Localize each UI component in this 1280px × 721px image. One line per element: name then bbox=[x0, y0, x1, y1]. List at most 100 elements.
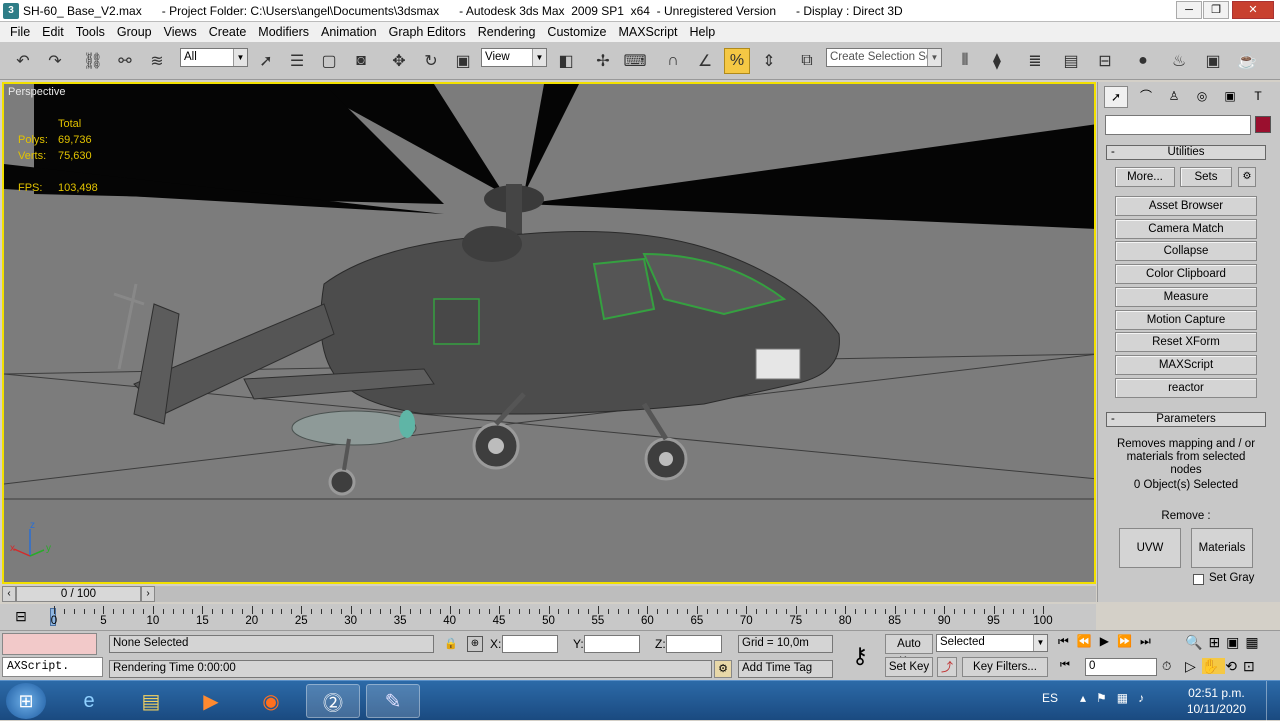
set-key-button[interactable]: Set Key bbox=[885, 657, 933, 677]
menu-help[interactable]: Help bbox=[684, 25, 722, 39]
reset-xform-button[interactable]: Reset XForm bbox=[1115, 332, 1257, 352]
rendered-frame-window-icon[interactable]: ▣ bbox=[1200, 48, 1226, 74]
reference-coordinate-dropdown[interactable]: View ▼ bbox=[481, 48, 547, 67]
time-slider[interactable]: ‹ 0 / 100 › bbox=[2, 586, 1096, 602]
zoom-extents-all-icon[interactable]: ▦ bbox=[1245, 634, 1264, 650]
play-icon[interactable]: ▶ bbox=[1100, 634, 1117, 648]
menu-views[interactable]: Views bbox=[158, 25, 203, 39]
menu-maxscript[interactable]: MAXScript bbox=[612, 25, 683, 39]
menu-animation[interactable]: Animation bbox=[315, 25, 383, 39]
mirror-icon[interactable]: ⫴ bbox=[952, 48, 978, 74]
utilities-tab-icon[interactable]: T bbox=[1246, 86, 1270, 108]
parameters-rollout-header[interactable]: - Parameters bbox=[1106, 412, 1266, 427]
z-coordinate-field[interactable] bbox=[666, 635, 722, 653]
internet-explorer-icon[interactable]: e bbox=[62, 684, 116, 718]
object-name-field[interactable] bbox=[1105, 115, 1251, 135]
menu-file[interactable]: File bbox=[4, 25, 36, 39]
menu-tools[interactable]: Tools bbox=[70, 25, 111, 39]
configure-sets-icon[interactable]: ⚙ bbox=[1238, 167, 1256, 187]
file-explorer-icon[interactable]: ▤ bbox=[124, 684, 178, 718]
menu-graph-editors[interactable]: Graph Editors bbox=[383, 25, 472, 39]
set-gray-checkbox[interactable] bbox=[1193, 574, 1204, 585]
volume-icon[interactable]: ♪ bbox=[1138, 691, 1154, 705]
pan-view-icon[interactable]: ✋ bbox=[1201, 658, 1226, 674]
rotate-icon[interactable]: ↻ bbox=[418, 48, 444, 74]
zoom-extents-icon[interactable]: ▣ bbox=[1226, 634, 1245, 650]
zoom-icon[interactable]: 🔍 bbox=[1185, 634, 1208, 650]
firefox-icon[interactable]: ◉ bbox=[244, 684, 298, 718]
x-coordinate-field[interactable] bbox=[502, 635, 558, 653]
current-frame-field[interactable]: 0 bbox=[1085, 658, 1157, 676]
go-to-start-icon[interactable]: ⏮ bbox=[1058, 634, 1077, 648]
modify-tab-icon[interactable]: ⌒ bbox=[1134, 86, 1158, 108]
schematic-view-icon[interactable]: ⊟ bbox=[1092, 48, 1118, 74]
remove-materials-button[interactable]: Materials bbox=[1191, 528, 1253, 568]
time-slider-next-icon[interactable]: › bbox=[141, 586, 155, 602]
keyboard-shortcut-override-icon[interactable]: ⌨ bbox=[622, 48, 648, 74]
percent-snap-icon[interactable]: % bbox=[724, 48, 750, 74]
open-mini-curve-editor-icon[interactable]: ⊟ bbox=[8, 606, 34, 628]
y-coordinate-field[interactable] bbox=[584, 635, 640, 653]
named-selection-set-field[interactable]: Create Selection Set ▼ bbox=[826, 48, 942, 67]
undo-icon[interactable]: ↶ bbox=[10, 48, 36, 74]
maxscript-mini-listener[interactable]: AXScript. bbox=[2, 657, 103, 677]
absolute-mode-icon[interactable]: ⊕ bbox=[467, 636, 483, 652]
time-slider-thumb[interactable]: 0 / 100 bbox=[16, 586, 141, 602]
align-icon[interactable]: ⧫ bbox=[984, 48, 1010, 74]
key-filters-button[interactable]: Key Filters... bbox=[962, 657, 1048, 677]
selection-filter-dropdown[interactable]: All ▼ bbox=[180, 48, 248, 67]
render-setup-icon[interactable]: ♨ bbox=[1166, 48, 1192, 74]
default-in-out-tangents-icon[interactable]: ⤴ bbox=[937, 657, 957, 677]
arc-rotate-icon[interactable]: ⟲ bbox=[1225, 658, 1243, 674]
scale-icon[interactable]: ▣ bbox=[450, 48, 476, 74]
motion-capture-button[interactable]: Motion Capture bbox=[1115, 310, 1257, 330]
color-clipboard-button[interactable]: Color Clipboard bbox=[1115, 264, 1257, 284]
unlink-icon[interactable]: ⚯ bbox=[112, 48, 138, 74]
set-key-icon[interactable]: ⚷ bbox=[840, 639, 880, 675]
zoom-all-icon[interactable]: ⊞ bbox=[1208, 634, 1226, 650]
quick-render-icon[interactable]: ☕ bbox=[1234, 48, 1260, 74]
auto-key-button[interactable]: Auto Key bbox=[885, 634, 933, 668]
menu-edit[interactable]: Edit bbox=[36, 25, 70, 39]
flag-icon[interactable]: ⚑ bbox=[1096, 691, 1117, 705]
motion-tab-icon[interactable]: ◎ bbox=[1190, 86, 1214, 108]
menu-rendering[interactable]: Rendering bbox=[472, 25, 542, 39]
lock-selection-icon[interactable]: 🔒 bbox=[444, 637, 458, 650]
menu-customize[interactable]: Customize bbox=[541, 25, 612, 39]
layer-manager-icon[interactable]: ≣ bbox=[1022, 48, 1048, 74]
select-by-name-icon[interactable]: ☰ bbox=[284, 48, 310, 74]
select-manipulate-icon[interactable]: ✢ bbox=[590, 48, 616, 74]
viewport-label[interactable]: Perspective bbox=[8, 86, 65, 98]
menu-modifiers[interactable]: Modifiers bbox=[252, 25, 315, 39]
remove-uvw-button[interactable]: UVW bbox=[1119, 528, 1181, 568]
select-object-icon[interactable]: ➚ bbox=[253, 48, 279, 74]
input-language[interactable]: ES bbox=[1042, 691, 1058, 705]
next-frame-icon[interactable]: ⏩ bbox=[1117, 634, 1140, 648]
move-icon[interactable]: ✥ bbox=[386, 48, 412, 74]
material-editor-icon[interactable]: ● bbox=[1130, 48, 1156, 74]
key-mode-dropdown[interactable]: Selected ▼ bbox=[936, 634, 1048, 652]
start-button-icon[interactable]: ⊞ bbox=[6, 683, 46, 719]
restore-button[interactable]: ❐ bbox=[1203, 1, 1229, 19]
sets-button[interactable]: Sets bbox=[1180, 167, 1232, 187]
hierarchy-tab-icon[interactable]: ♙ bbox=[1162, 86, 1186, 108]
maxscript-button[interactable]: MAXScript bbox=[1115, 355, 1257, 375]
time-configuration-icon[interactable]: ⏱ bbox=[1162, 659, 1171, 674]
asset-browser-button[interactable]: Asset Browser bbox=[1115, 196, 1257, 216]
menu-group[interactable]: Group bbox=[111, 25, 158, 39]
field-of-view-icon[interactable]: ▷ bbox=[1185, 658, 1202, 674]
show-hidden-icons-icon[interactable]: ▴ bbox=[1080, 691, 1096, 705]
snaps-toggle-icon[interactable]: ∩ bbox=[660, 48, 686, 74]
minimize-button[interactable]: ─ bbox=[1176, 1, 1202, 19]
time-slider-prev-icon[interactable]: ‹ bbox=[2, 586, 16, 602]
curve-editor-icon[interactable]: ▤ bbox=[1058, 48, 1084, 74]
collapse-button[interactable]: Collapse bbox=[1115, 241, 1257, 261]
add-time-tag-field[interactable]: Add Time Tag bbox=[738, 660, 833, 678]
select-and-link-icon[interactable]: ⛓ bbox=[80, 48, 106, 74]
paint-task-icon[interactable]: ✎ bbox=[366, 684, 420, 718]
edit-named-selection-icon[interactable]: ⧉ bbox=[794, 48, 820, 74]
menu-create[interactable]: Create bbox=[203, 25, 253, 39]
show-desktop-button[interactable] bbox=[1266, 681, 1280, 721]
redo-icon[interactable]: ↷ bbox=[42, 48, 68, 74]
go-to-end-icon[interactable]: ⏭ bbox=[1140, 634, 1159, 648]
